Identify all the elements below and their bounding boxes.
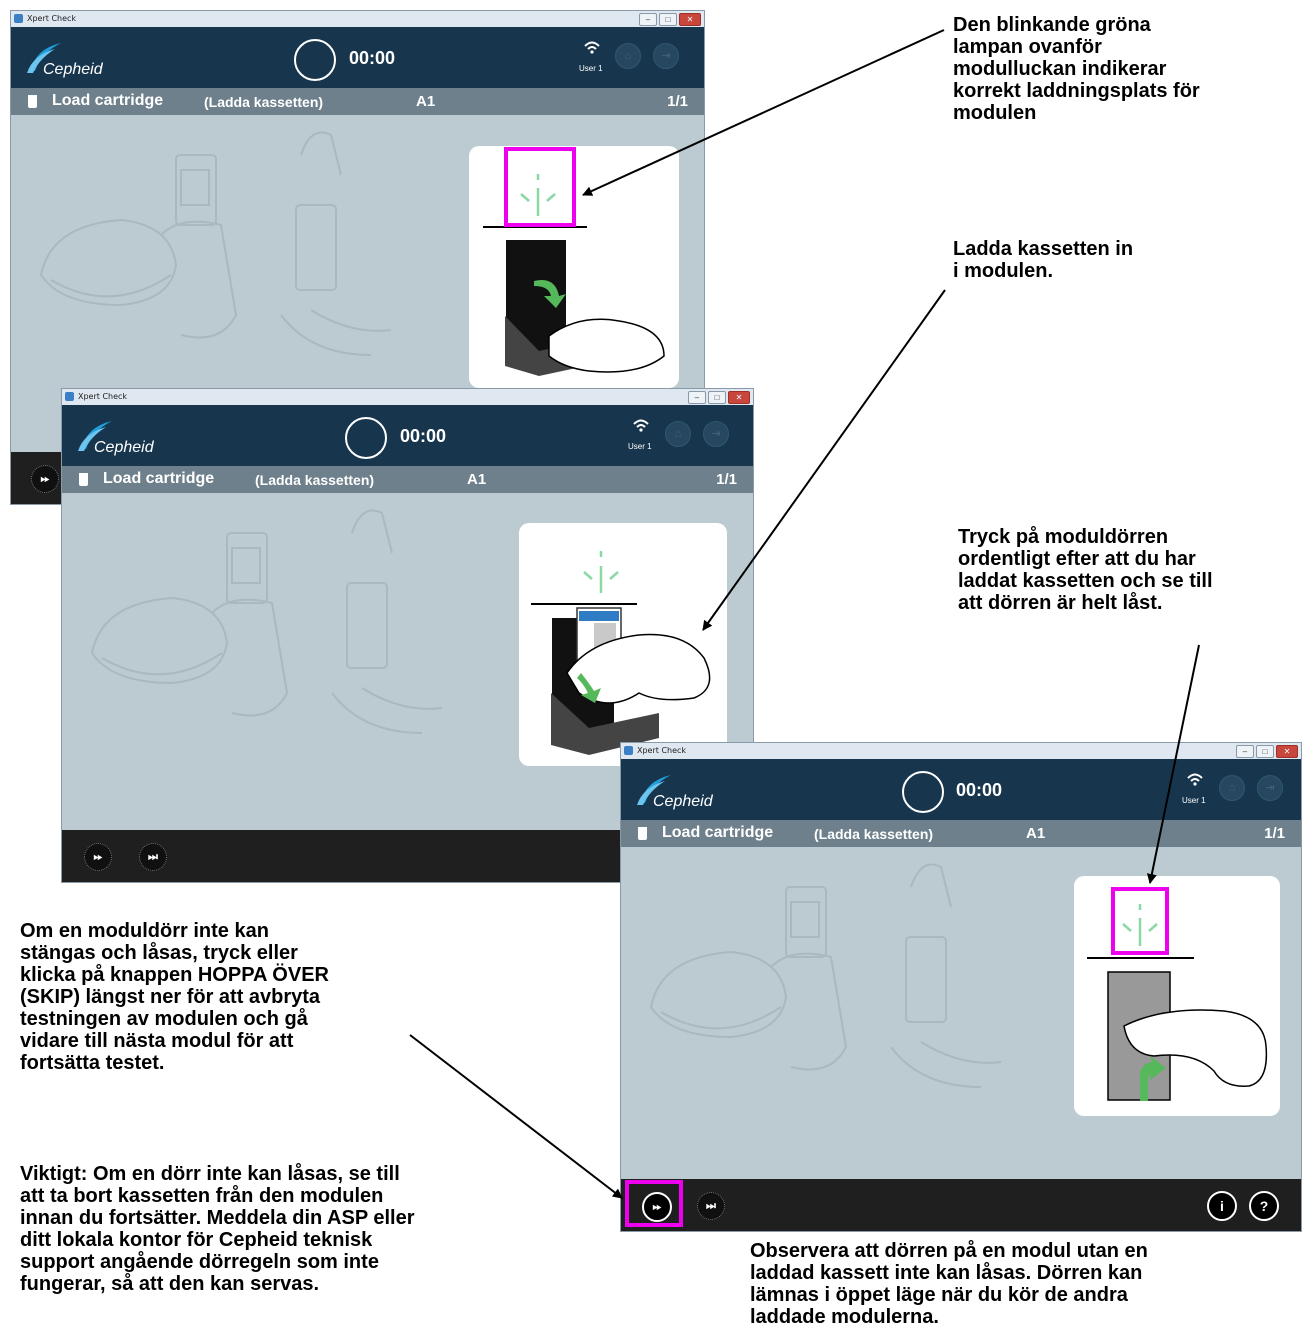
cepheid-logo: Cepheid — [76, 419, 186, 459]
window-title: Xpert Check — [637, 746, 687, 755]
page-indicator: 1/1 — [716, 471, 737, 488]
step-bar: Load cartridge (Ladda kassetten) A1 1/1 — [11, 88, 704, 115]
home-icon[interactable]: ⌂ — [615, 43, 641, 69]
app-header: Cepheid 00:00 User 1 ⌂ ⇥ — [62, 405, 753, 466]
step-bar: Load cartridge (Ladda kassetten) A1 1/1 — [62, 466, 753, 493]
step-title: Load cartridge — [52, 92, 164, 109]
maximize-button[interactable]: □ — [708, 391, 726, 404]
maximize-button[interactable]: □ — [659, 13, 677, 26]
xpert-check-window-3: Xpert Check – □ ✕ Cepheid 00:00 User 1 ⌂… — [620, 742, 1302, 1232]
user-label: User 1 — [628, 442, 652, 451]
close-button[interactable]: ✕ — [728, 391, 750, 404]
background-illustration — [39, 131, 392, 356]
annotation-green-light: Den blinkande gröna lampan ovanför modul… — [953, 14, 1200, 124]
skip-all-button[interactable]: ⏭︎ — [139, 843, 167, 871]
module-label: A1 — [467, 471, 487, 488]
app-header: Cepheid 00:00 User 1 ⌂ ⇥ — [621, 759, 1301, 820]
title-bar: Xpert Check – □ ✕ — [11, 11, 704, 28]
cartridge-icon — [79, 473, 88, 486]
timer-ring — [345, 417, 387, 459]
annotation-skip: Om en moduldörr inte kan stängas och lås… — [20, 920, 329, 1074]
step-subtitle: (Ladda kassetten) — [204, 94, 324, 110]
exit-icon[interactable]: ⇥ — [703, 421, 729, 447]
cepheid-logo: Cepheid — [635, 773, 745, 813]
minimize-button[interactable]: – — [688, 391, 706, 404]
exit-icon[interactable]: ⇥ — [653, 43, 679, 69]
minimize-button[interactable]: – — [1236, 745, 1254, 758]
cartridge-icon — [638, 827, 647, 840]
app-icon — [624, 746, 633, 755]
app-icon — [14, 14, 23, 23]
window-title: Xpert Check — [27, 14, 77, 23]
app-header: Cepheid 00:00 User 1 ⌂ ⇥ — [11, 27, 704, 88]
annotation-important: Viktigt: Om en dörr inte kan låsas, se t… — [20, 1163, 415, 1295]
instruction-card — [519, 523, 727, 766]
skip-button[interactable]: ⏩︎ — [31, 465, 59, 493]
window-title: Xpert Check — [78, 392, 128, 401]
footer-bar: ⏩︎ ⏭︎ i ? — [621, 1179, 1301, 1231]
annotation-observe: Observera att dörren på en modul utan en… — [750, 1240, 1148, 1328]
step-title: Load cartridge — [103, 470, 215, 487]
timer-ring — [294, 39, 336, 81]
user-label: User 1 — [1182, 796, 1206, 805]
close-door-illustration — [1087, 904, 1268, 1101]
title-bar: Xpert Check – □ ✕ — [621, 743, 1301, 760]
background-illustration — [649, 863, 1002, 1088]
user-label: User 1 — [579, 64, 603, 73]
timer: 00:00 — [956, 780, 1003, 800]
app-icon — [65, 392, 74, 401]
wifi-icon — [633, 419, 649, 432]
insert-cartridge-illustration — [531, 551, 711, 755]
green-light-highlight — [504, 147, 576, 227]
timer: 00:00 — [349, 48, 396, 68]
help-button[interactable]: ? — [1249, 1191, 1279, 1221]
page-indicator: 1/1 — [1264, 825, 1285, 842]
wifi-icon — [584, 41, 600, 54]
close-button[interactable]: ✕ — [679, 13, 701, 26]
title-bar: Xpert Check – □ ✕ — [62, 389, 753, 406]
page-indicator: 1/1 — [667, 93, 688, 110]
module-label: A1 — [416, 93, 436, 110]
skip-button[interactable]: ⏩︎ — [84, 843, 112, 871]
timer: 00:00 — [400, 426, 447, 446]
cartridge-icon — [28, 95, 37, 108]
home-icon[interactable]: ⌂ — [665, 421, 691, 447]
wifi-icon — [1187, 773, 1203, 786]
minimize-button[interactable]: – — [639, 13, 657, 26]
instruction-area — [621, 847, 1301, 1179]
maximize-button[interactable]: □ — [1256, 745, 1274, 758]
skip-button-highlight — [625, 1180, 683, 1227]
exit-icon[interactable]: ⇥ — [1257, 775, 1283, 801]
module-label: A1 — [1026, 825, 1046, 842]
home-icon[interactable]: ⌂ — [1219, 775, 1245, 801]
cepheid-logo: Cepheid — [25, 41, 135, 81]
green-light-highlight — [1111, 887, 1169, 955]
step-title: Load cartridge — [662, 824, 774, 841]
timer-ring — [902, 771, 944, 813]
annotation-press-door: Tryck på moduldörren ordentligt efter at… — [958, 526, 1213, 614]
step-subtitle: (Ladda kassetten) — [814, 826, 934, 842]
arrow-skip — [409, 1034, 623, 1199]
annotation-load-cartridge: Ladda kassetten in i modulen. — [953, 238, 1134, 282]
background-illustration — [90, 509, 443, 734]
info-button[interactable]: i — [1207, 1191, 1237, 1221]
instruction-card — [1074, 876, 1280, 1116]
step-subtitle: (Ladda kassetten) — [255, 472, 375, 488]
close-button[interactable]: ✕ — [1276, 745, 1298, 758]
skip-all-button[interactable]: ⏭︎ — [697, 1192, 725, 1220]
step-bar: Load cartridge (Ladda kassetten) A1 1/1 — [621, 820, 1301, 847]
